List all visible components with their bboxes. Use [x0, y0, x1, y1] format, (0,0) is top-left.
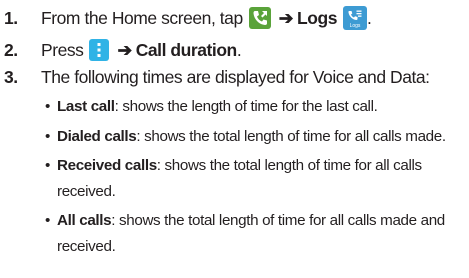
- bullet-dot: •: [45, 212, 50, 229]
- step-text: Press: [41, 39, 84, 60]
- bullet-dot: •: [45, 98, 50, 115]
- list-item-all-calls: • All calls: shows the total length of t…: [45, 208, 461, 259]
- term: Dialed calls: [57, 128, 137, 145]
- list-item-received-calls: • Received calls: shows the total length…: [45, 153, 461, 204]
- step-text: The following times are displayed for Vo…: [41, 66, 430, 87]
- step-text: From the Home screen, tap: [41, 7, 243, 28]
- menu-icon: [89, 39, 110, 61]
- logs-icon-caption: Logs: [349, 23, 361, 29]
- term: Last call: [57, 98, 115, 115]
- step-number: 2.: [4, 39, 18, 60]
- phone-icon: [248, 7, 271, 29]
- logs-label: Logs: [296, 7, 337, 28]
- step-1: 1. From the Home screen, tap ➔ Logs Logs…: [0, 5, 372, 31]
- arrow: ➔: [278, 7, 294, 28]
- term: Received calls: [57, 157, 157, 174]
- description: : shows the total length of time for all…: [57, 212, 445, 255]
- description: : shows the length of time for the last …: [114, 98, 378, 115]
- bullet-dot: •: [45, 128, 50, 145]
- list-item-last-call: • Last call: shows the length of time fo…: [45, 94, 461, 120]
- logs-icon: Logs: [342, 6, 367, 30]
- step-3: 3. The following times are displayed for…: [0, 64, 430, 90]
- instructions-document: 1. From the Home screen, tap ➔ Logs Logs…: [0, 0, 469, 278]
- term: All calls: [57, 212, 112, 229]
- step-end-punct: .: [366, 7, 372, 28]
- list-item-dialed-calls: • Dialed calls: shows the total length o…: [45, 124, 461, 150]
- step-number: 3.: [4, 66, 18, 87]
- step-2: 2. Press ➔ Call duration .: [0, 37, 242, 63]
- step-end-punct: .: [236, 39, 242, 60]
- bullet-dot: •: [45, 157, 50, 174]
- description: : shows the total length of time for all…: [136, 128, 446, 145]
- step-number: 1.: [4, 7, 18, 28]
- arrow: ➔: [117, 39, 132, 60]
- call-duration-label: Call duration: [135, 39, 238, 60]
